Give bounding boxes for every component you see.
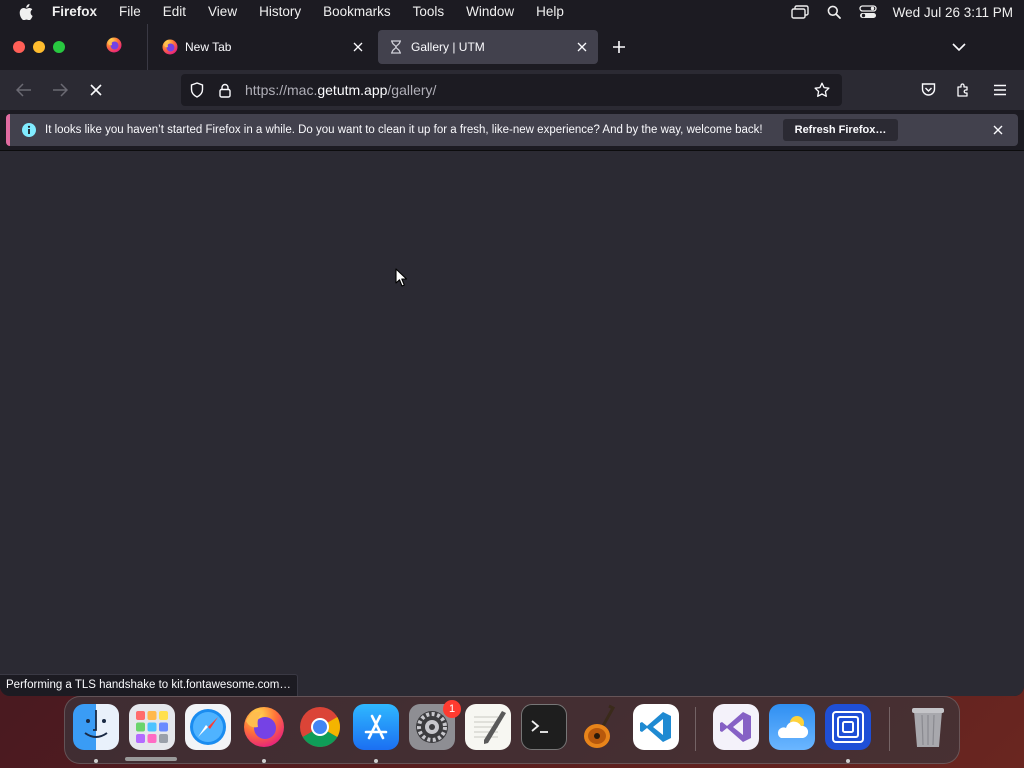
menu-view[interactable]: View xyxy=(197,0,248,24)
firefox-window: New Tab Gallery | UTM https://mac.getutm… xyxy=(0,24,1024,696)
status-panel: Performing a TLS handshake to kit.fontaw… xyxy=(0,674,298,696)
tab-gallery-utm[interactable]: Gallery | UTM xyxy=(378,30,598,64)
url-text[interactable]: https://mac.getutm.app/gallery/ xyxy=(245,82,436,98)
tab-title: Gallery | UTM xyxy=(411,40,485,54)
puzzle-piece-icon xyxy=(957,83,968,97)
trash-icon[interactable] xyxy=(905,704,951,750)
firefox-icon xyxy=(162,39,178,55)
notification-accent xyxy=(6,114,10,146)
firefox-icon[interactable] xyxy=(241,704,287,750)
display-icon[interactable] xyxy=(783,0,817,24)
window-controls xyxy=(0,41,80,53)
pocket-button[interactable] xyxy=(910,74,946,106)
visual-studio-icon[interactable] xyxy=(713,704,759,750)
app-store-icon[interactable] xyxy=(353,704,399,750)
running-indicator xyxy=(94,759,98,763)
close-tab-icon[interactable] xyxy=(350,39,366,55)
finder-icon[interactable] xyxy=(73,704,119,750)
url-bar[interactable]: https://mac.getutm.app/gallery/ xyxy=(181,74,842,106)
hourglass-icon xyxy=(388,39,404,55)
url-host: getutm.app xyxy=(317,82,388,98)
vscode-icon[interactable] xyxy=(633,704,679,750)
chrome-icon[interactable] xyxy=(297,704,343,750)
menu-history[interactable]: History xyxy=(248,0,312,24)
terminal-icon[interactable] xyxy=(521,704,567,750)
weather-icon[interactable] xyxy=(769,704,815,750)
list-all-tabs-button[interactable] xyxy=(944,32,974,62)
macos-dock: 1 xyxy=(64,696,960,764)
menu-edit[interactable]: Edit xyxy=(152,0,197,24)
extensions-button[interactable] xyxy=(946,74,982,106)
textedit-icon[interactable] xyxy=(465,704,511,750)
pocket-icon xyxy=(921,83,935,96)
close-window-button[interactable] xyxy=(13,41,25,53)
dock-scroll-indicator xyxy=(125,757,177,761)
back-arrow-icon xyxy=(16,83,31,97)
system-settings-icon[interactable]: 1 xyxy=(409,700,461,750)
running-indicator xyxy=(374,759,378,763)
chevron-down-icon xyxy=(952,42,966,51)
hamburger-menu-icon xyxy=(994,84,1006,96)
notification-bar: It looks like you haven’t started Firefo… xyxy=(6,114,1018,146)
notification-badge: 1 xyxy=(443,700,461,718)
safari-icon[interactable] xyxy=(185,704,231,750)
notification-message: It looks like you haven’t started Firefo… xyxy=(45,124,763,136)
menu-bar-clock[interactable]: Wed Jul 26 3:11 PM xyxy=(885,5,1024,20)
dock-separator xyxy=(889,707,890,751)
spotlight-search-icon[interactable] xyxy=(817,0,851,24)
garageband-icon[interactable] xyxy=(577,704,623,750)
menu-file[interactable]: File xyxy=(108,0,152,24)
forward-arrow-icon xyxy=(53,83,68,97)
app-menu-button[interactable] xyxy=(982,74,1018,106)
page-content-area[interactable]: Performing a TLS handshake to kit.fontaw… xyxy=(0,151,1024,696)
tab-new-tab[interactable]: New Tab xyxy=(152,30,374,64)
dock-separator xyxy=(695,707,696,751)
info-icon xyxy=(21,122,37,138)
bookmark-star-icon[interactable] xyxy=(808,74,836,106)
menu-app-firefox[interactable]: Firefox xyxy=(52,0,108,24)
running-indicator xyxy=(262,759,266,763)
refresh-firefox-button[interactable]: Refresh Firefox… xyxy=(782,119,899,141)
close-notification-icon[interactable] xyxy=(990,122,1006,138)
mouse-pointer-icon xyxy=(395,268,409,288)
fullscreen-window-button[interactable] xyxy=(53,41,65,53)
toolbar-right-buttons xyxy=(910,74,1018,106)
tracking-protection-shield-icon[interactable] xyxy=(183,74,211,106)
new-tab-button[interactable] xyxy=(604,32,634,62)
macos-menu-bar: Firefox File Edit View History Bookmarks… xyxy=(0,0,1024,24)
stop-loading-button[interactable] xyxy=(78,74,114,106)
apple-menu-icon[interactable] xyxy=(0,0,52,24)
launchpad-icon[interactable] xyxy=(129,704,175,750)
tab-strip: New Tab Gallery | UTM xyxy=(0,24,1024,70)
menu-bookmarks[interactable]: Bookmarks xyxy=(312,0,402,24)
minimize-window-button[interactable] xyxy=(33,41,45,53)
stop-x-icon xyxy=(90,84,102,96)
back-button[interactable] xyxy=(6,74,42,106)
menu-tools[interactable]: Tools xyxy=(402,0,456,24)
lock-icon[interactable] xyxy=(211,74,239,106)
plus-icon xyxy=(613,41,625,53)
menu-window[interactable]: Window xyxy=(455,0,525,24)
firefox-icon xyxy=(106,37,122,58)
running-indicator xyxy=(846,759,850,763)
forward-button[interactable] xyxy=(42,74,78,106)
control-center-icon[interactable] xyxy=(851,0,885,24)
tab-title: New Tab xyxy=(185,40,232,54)
close-tab-icon[interactable] xyxy=(574,39,590,55)
navigation-toolbar: https://mac.getutm.app/gallery/ xyxy=(0,70,1024,110)
url-scheme-prefix: https://mac. xyxy=(245,82,318,98)
utm-icon[interactable] xyxy=(825,704,871,750)
menu-help[interactable]: Help xyxy=(525,0,575,24)
url-path: /gallery/ xyxy=(387,82,437,98)
pinned-tab-firefox[interactable] xyxy=(80,24,148,70)
